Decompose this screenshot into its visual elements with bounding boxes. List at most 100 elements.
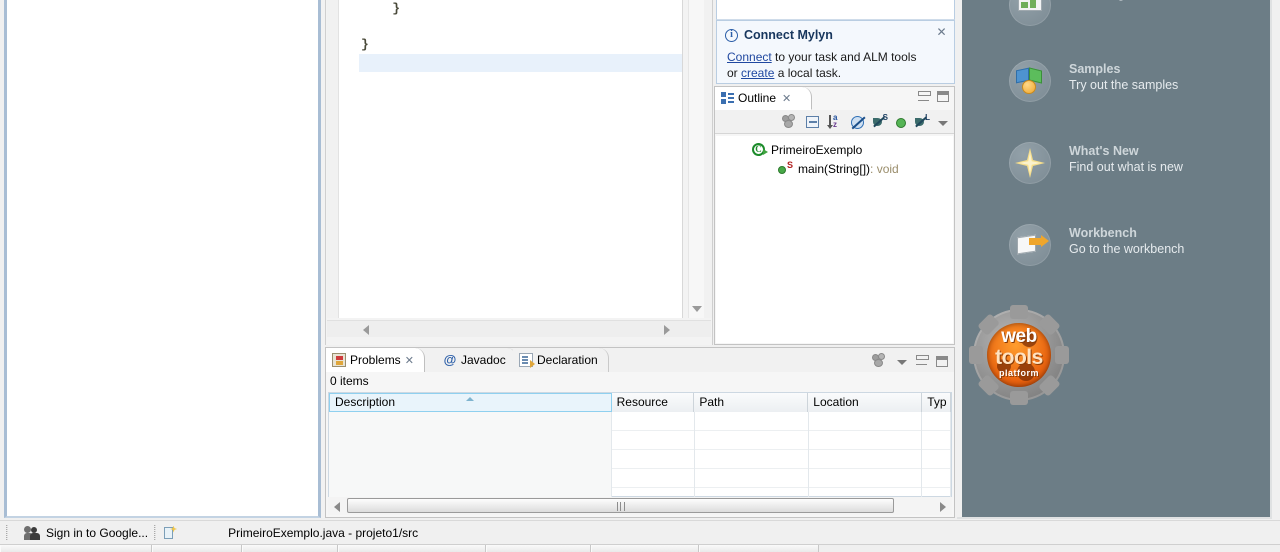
maximize-icon[interactable] <box>937 91 949 102</box>
welcome-item-subtitle: Go to the workbench <box>1069 242 1185 256</box>
declaration-icon <box>519 353 535 368</box>
table-row[interactable] <box>329 450 951 469</box>
status-bar: Sign in to Google... PrimeiroExemplo.jav… <box>0 520 1280 544</box>
welcome-item-workbench[interactable]: Workbench Go to the workbench <box>1009 224 1184 266</box>
java-static-method-icon: S <box>778 160 796 176</box>
package-explorer-panel[interactable] <box>4 0 321 518</box>
filters-icon[interactable] <box>872 353 888 369</box>
web-tools-platform-logo: web tools platform <box>969 305 1069 405</box>
info-icon: i <box>725 28 738 42</box>
taskbar-button[interactable] <box>338 545 486 552</box>
table-body[interactable] <box>329 412 951 507</box>
sort-ascending-icon <box>466 397 475 401</box>
taskbar-button[interactable] <box>699 545 819 552</box>
scroll-right-arrow-icon[interactable] <box>664 325 670 335</box>
sort-alphabetically-icon[interactable]: az <box>827 113 843 130</box>
welcome-item-title: What's New <box>1069 144 1139 158</box>
taskbar-button[interactable] <box>591 545 699 552</box>
logo-line-3: platform <box>999 368 1039 378</box>
minimize-icon[interactable] <box>918 90 931 101</box>
taskbar-button[interactable] <box>486 545 591 552</box>
scroll-right-arrow-icon[interactable] <box>940 502 946 512</box>
connect-mylyn-title: Connect Mylyn <box>744 28 833 42</box>
tab-label: Javadoc <box>461 353 506 367</box>
editor-text-area[interactable]: } } <box>359 0 683 318</box>
hide-fields-icon[interactable] <box>851 115 864 129</box>
close-icon[interactable]: ✕ <box>935 26 948 39</box>
close-icon[interactable]: ✕ <box>405 354 414 367</box>
tab-javadoc[interactable]: @ Javadoc <box>437 348 517 372</box>
outline-tab-row: Outline ✕ <box>715 87 954 110</box>
java-editor[interactable]: } } <box>325 0 713 345</box>
show-public-members-icon[interactable] <box>896 118 906 128</box>
connect-link[interactable]: Connect <box>727 50 772 64</box>
outline-tree-item-method[interactable]: S main(String[]) : void <box>716 159 953 178</box>
code-token-brace: } <box>361 37 369 52</box>
maximize-icon[interactable] <box>936 355 948 367</box>
scroll-left-arrow-icon[interactable] <box>334 502 340 512</box>
taskbar-button[interactable] <box>242 545 338 552</box>
logo-line-2: tools <box>995 346 1043 369</box>
mylyn-body-line-1: Connect to your task and ALM tools <box>727 50 917 64</box>
problems-table[interactable]: Description Resource Path Location Typ <box>328 392 952 507</box>
taskbar-button[interactable] <box>152 545 242 552</box>
hide-static-members-icon[interactable]: S <box>872 113 888 130</box>
table-row[interactable] <box>329 431 951 450</box>
tab-problems[interactable]: Problems ✕ <box>326 348 425 372</box>
outline-tree-item-class[interactable]: C PrimeiroExemplo <box>716 140 953 159</box>
outline-icon <box>721 91 734 105</box>
focus-on-active-task-icon[interactable] <box>782 113 798 130</box>
scroll-left-arrow-icon[interactable] <box>363 325 369 335</box>
outline-item-return-type: : void <box>870 161 899 176</box>
status-file-label: PrimeiroExemplo.java - projeto1/src <box>228 525 419 540</box>
welcome-item-samples[interactable]: Samples Try out the samples <box>1009 60 1178 102</box>
taskbar-button[interactable] <box>0 545 152 552</box>
tab-declaration[interactable]: Declaration <box>513 348 609 372</box>
workbench-icon <box>1009 224 1051 266</box>
view-menu-icon[interactable] <box>897 359 907 365</box>
outline-view-buttons <box>918 90 949 102</box>
create-link[interactable]: create <box>741 66 774 80</box>
collapse-all-icon[interactable] <box>806 116 819 128</box>
editor-marker-icon[interactable] <box>162 525 178 540</box>
code-line: } <box>359 36 682 54</box>
editor-vertical-scrollbar[interactable] <box>688 0 704 318</box>
task-list-panel[interactable] <box>716 0 955 20</box>
code-line: } <box>359 0 682 18</box>
code-token-brace: } <box>361 1 401 16</box>
editor-horizontal-scrollbar[interactable] <box>327 320 711 337</box>
outline-item-label: PrimeiroExemplo <box>771 142 863 157</box>
tab-outline[interactable]: Outline ✕ <box>715 87 813 110</box>
status-label: Sign in to Google... <box>46 525 149 540</box>
problems-item-count: 0 items <box>326 372 954 390</box>
column-header-location[interactable]: Location <box>808 393 923 412</box>
welcome-item-whats-new[interactable]: What's New Find out what is new <box>1009 142 1183 184</box>
google-signin-icon <box>24 525 40 540</box>
editor-annotation-ruler[interactable] <box>339 0 359 318</box>
google-signin-status-item[interactable]: Sign in to Google... <box>14 525 148 540</box>
welcome-item-tutorials[interactable]: Go through tutorials <box>1009 0 1179 26</box>
column-header-resource[interactable]: Resource <box>611 393 695 412</box>
column-header-description[interactable]: Description <box>329 393 612 412</box>
view-menu-icon[interactable] <box>938 121 948 126</box>
welcome-item-subtitle: Go through tutorials <box>1069 0 1179 2</box>
close-icon[interactable]: ✕ <box>782 92 791 105</box>
editor-overview-ruler[interactable] <box>704 0 712 318</box>
hide-local-types-icon[interactable]: L <box>914 113 930 130</box>
column-header-type[interactable]: Typ <box>922 393 951 412</box>
outline-tree[interactable]: C PrimeiroExemplo S main(String[]) : voi… <box>716 136 953 343</box>
os-taskbar[interactable] <box>0 544 1280 552</box>
java-class-icon: C <box>752 142 768 157</box>
table-row[interactable] <box>329 412 951 431</box>
scrollbar-thumb[interactable] <box>347 498 894 513</box>
welcome-left-edge <box>957 0 962 517</box>
column-header-path[interactable]: Path <box>694 393 809 412</box>
problems-horizontal-scrollbar[interactable] <box>328 497 952 515</box>
table-row[interactable] <box>329 469 951 488</box>
minimize-icon[interactable] <box>916 355 929 365</box>
scroll-down-arrow-icon[interactable] <box>692 306 702 312</box>
eclipse-workbench-window: } } i Connect Mylyn ✕ Connect to your ta… <box>0 0 1280 552</box>
welcome-item-subtitle: Find out what is new <box>1069 160 1183 174</box>
whats-new-icon <box>1009 142 1051 184</box>
